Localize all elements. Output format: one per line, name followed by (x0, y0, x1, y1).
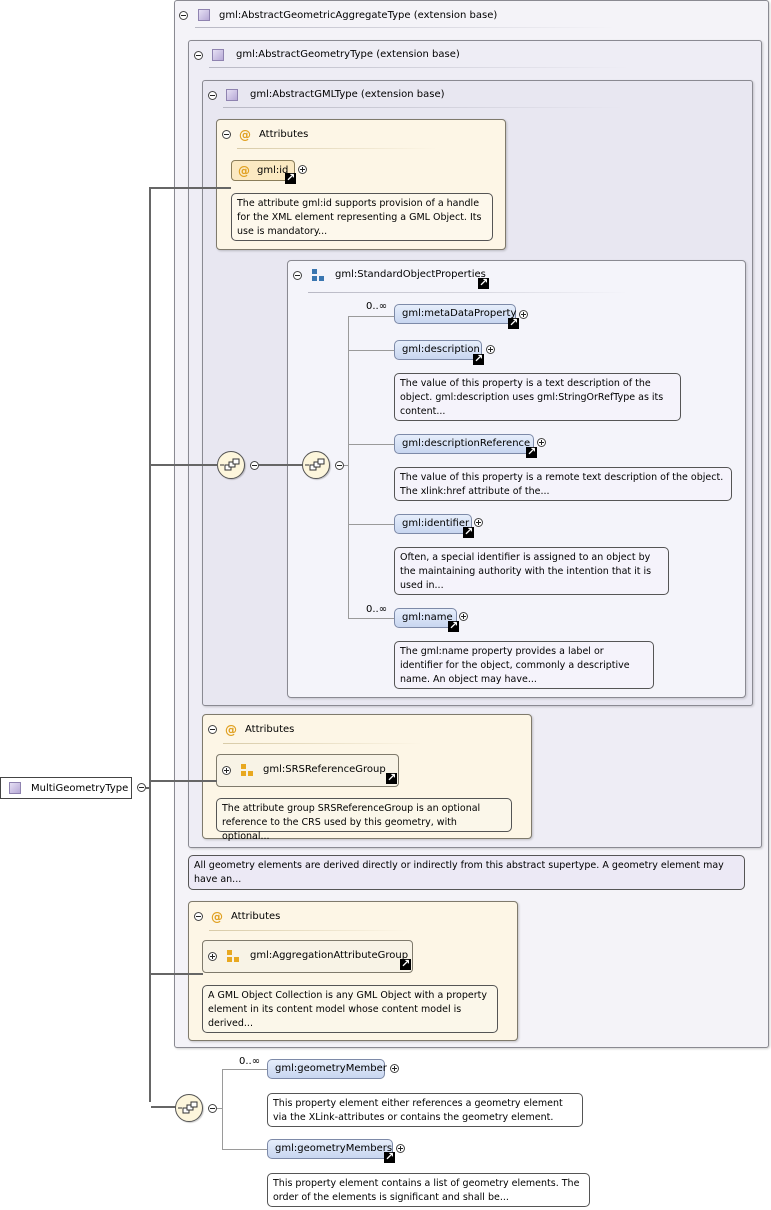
collapse-icon[interactable] (179, 11, 188, 20)
attributes-title: Attributes (231, 911, 281, 922)
extension-base-label: gml:AbstractGMLType (extension base) (250, 89, 445, 100)
complex-type-icon (198, 9, 210, 21)
element-name: gml:descriptionReference (402, 438, 531, 449)
link-icon[interactable] (448, 619, 459, 633)
expand-icon[interactable] (298, 165, 307, 174)
root-type-box[interactable]: MultiGeometryType (0, 777, 132, 799)
attribute-group-icon (241, 764, 254, 777)
link-icon[interactable] (473, 352, 484, 366)
root-type-name: MultiGeometryType (31, 783, 129, 794)
collapse-icon[interactable] (208, 91, 217, 100)
element-name: gml:description (402, 344, 480, 355)
expand-icon[interactable] (537, 438, 546, 447)
expand-icon[interactable] (390, 1064, 399, 1073)
sequence-icon[interactable] (217, 451, 245, 479)
element-name: gml:geometryMembers (275, 1143, 393, 1154)
extension-base-label: gml:AbstractGeometryType (extension base… (236, 49, 460, 60)
collapse-icon[interactable] (250, 461, 259, 470)
collapse-icon[interactable] (208, 725, 217, 734)
expand-icon[interactable] (222, 766, 231, 775)
element-documentation: This property element contains a list of… (267, 1173, 590, 1207)
attribute-icon: @ (238, 164, 250, 178)
element-geometrymembers[interactable]: gml:geometryMembers (267, 1139, 393, 1159)
link-icon[interactable] (400, 957, 411, 971)
attributes-title: Attributes (245, 724, 295, 735)
element-name: gml:identifier (402, 518, 470, 529)
collapse-icon[interactable] (208, 1104, 217, 1113)
collapse-icon[interactable] (335, 461, 344, 470)
expand-icon[interactable] (208, 952, 217, 961)
attribute-group-srsreferencegroup[interactable]: gml:SRSReferenceGroup (216, 754, 399, 787)
group-name: gml:StandardObjectProperties (335, 269, 486, 280)
expand-icon[interactable] (519, 310, 528, 319)
element-name: gml:geometryMember (275, 1063, 387, 1074)
collapse-icon[interactable] (137, 783, 146, 792)
element-metadataproperty[interactable]: gml:metaDataProperty (394, 304, 516, 324)
collapse-icon[interactable] (194, 912, 203, 921)
link-icon[interactable] (508, 316, 519, 330)
cardinality: 0..∞ (239, 1056, 261, 1067)
group-icon (312, 269, 325, 282)
element-name: gml:name (402, 612, 453, 623)
element-name: gml:metaDataProperty (402, 308, 517, 319)
collapse-icon[interactable] (222, 130, 231, 139)
expand-icon[interactable] (459, 612, 468, 621)
attribute-icon: @ (211, 910, 223, 924)
link-icon[interactable] (285, 171, 296, 185)
collapse-icon[interactable] (194, 51, 203, 60)
complex-type-icon (212, 49, 224, 61)
link-icon[interactable] (384, 1150, 395, 1164)
element-geometrymember[interactable]: gml:geometryMember (267, 1059, 387, 1079)
attribute-icon: @ (225, 723, 237, 737)
attribute-group-name: gml:SRSReferenceGroup (263, 764, 386, 775)
cardinality: 0..∞ (366, 301, 388, 312)
attributes-title: Attributes (259, 129, 309, 140)
attribute-name: gml:id (257, 165, 289, 176)
attribute-group-documentation: The attribute group SRSReferenceGroup is… (216, 798, 512, 842)
complex-type-icon (9, 782, 21, 794)
sequence-icon[interactable] (302, 451, 330, 479)
extension-documentation: All geometry elements are derived direct… (188, 855, 745, 890)
attribute-group-documentation: A GML Object Collection is any GML Objec… (202, 985, 498, 1033)
element-documentation: The value of this property is a remote t… (394, 467, 732, 501)
attribute-icon: @ (239, 128, 251, 142)
expand-icon[interactable] (474, 518, 483, 527)
element-documentation: Often, a special identifier is assigned … (394, 547, 669, 595)
attribute-group-name: gml:AggregationAttributeGroup (250, 950, 409, 961)
attribute-documentation: The attribute gml:id supports provision … (231, 193, 493, 241)
collapse-icon[interactable] (293, 271, 302, 280)
link-icon[interactable] (526, 445, 537, 459)
attribute-group-aggregationattributegroup[interactable]: gml:AggregationAttributeGroup (202, 940, 413, 973)
link-icon[interactable] (386, 771, 397, 785)
attribute-group-icon (227, 950, 240, 963)
element-documentation: The value of this property is a text des… (394, 373, 681, 421)
element-documentation: This property element either references … (267, 1093, 583, 1127)
element-documentation: The gml:name property provides a label o… (394, 641, 654, 689)
expand-icon[interactable] (486, 345, 495, 354)
element-identifier[interactable]: gml:identifier (394, 514, 472, 534)
link-icon[interactable] (478, 276, 489, 290)
cardinality: 0..∞ (366, 604, 388, 615)
element-descriptionreference[interactable]: gml:descriptionReference (394, 434, 534, 454)
element-description[interactable]: gml:description (394, 340, 482, 360)
sequence-icon[interactable] (175, 1094, 203, 1122)
complex-type-icon (226, 89, 238, 101)
link-icon[interactable] (463, 525, 474, 539)
expand-icon[interactable] (396, 1144, 405, 1153)
extension-base-label: gml:AbstractGeometricAggregateType (exte… (219, 10, 498, 21)
